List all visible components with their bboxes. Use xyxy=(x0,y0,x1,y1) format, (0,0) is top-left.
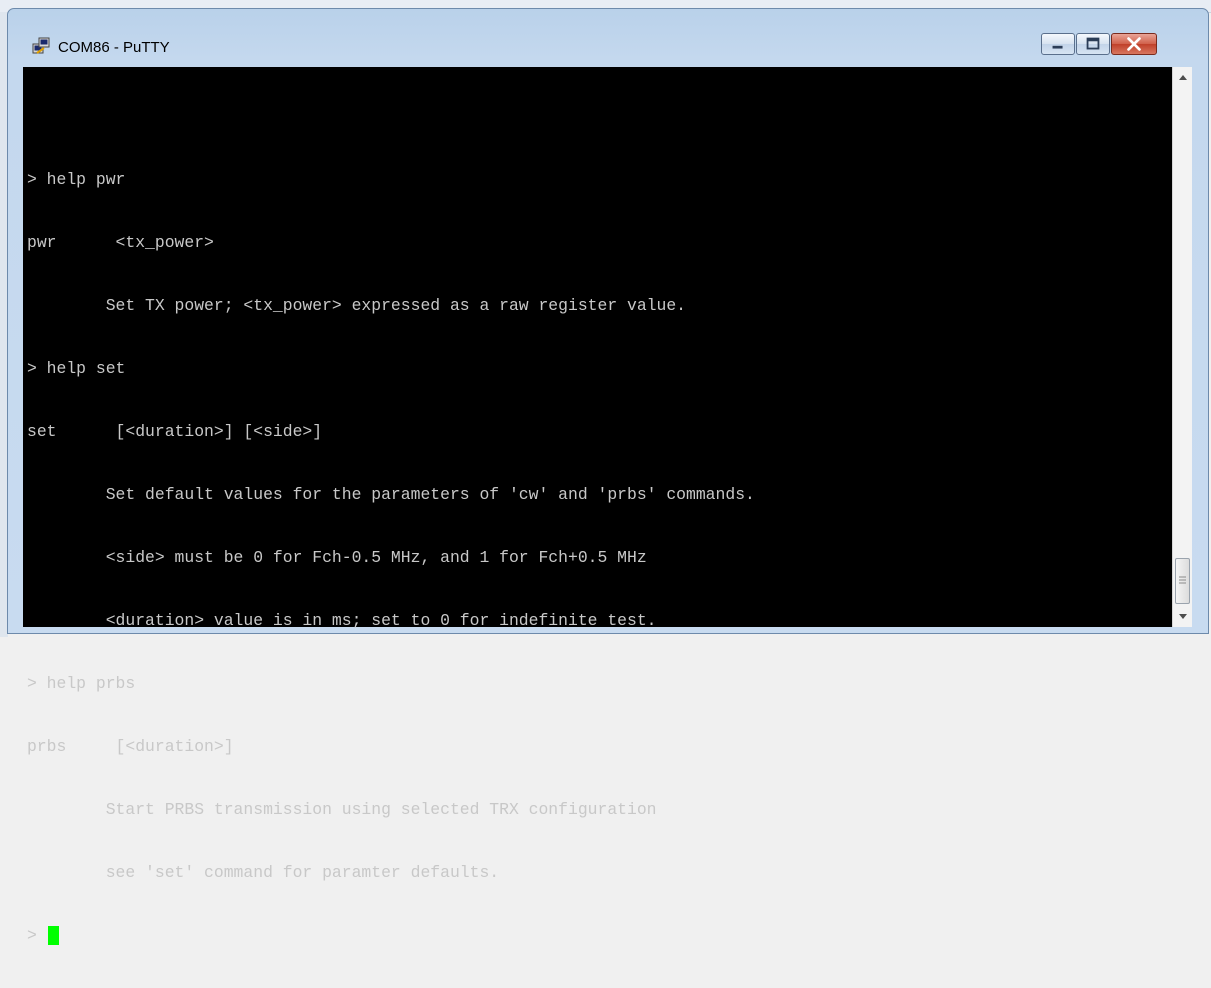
scroll-down-button[interactable] xyxy=(1173,607,1193,625)
terminal-line: > help prbs xyxy=(27,674,136,693)
terminal-line: <duration> value is in ms; set to 0 for … xyxy=(27,611,657,630)
terminal-line: see 'set' command for paramter defaults. xyxy=(27,863,500,882)
arrow-up-icon xyxy=(1179,75,1187,80)
window-title: COM86 - PuTTY xyxy=(58,39,170,56)
maximize-button[interactable] xyxy=(1076,33,1110,55)
terminal-line: > help pwr xyxy=(27,170,126,189)
maximize-icon xyxy=(1086,37,1100,50)
arrow-down-icon xyxy=(1179,614,1187,619)
minimize-icon xyxy=(1052,45,1063,49)
terminal-line: <side> must be 0 for Fch-0.5 MHz, and 1 … xyxy=(27,548,647,567)
putty-window: COM86 - PuTTY > help pwr pwr <tx_power> … xyxy=(7,8,1209,945)
terminal-line: Set TX power; <tx_power> expressed as a … xyxy=(27,296,687,315)
close-icon xyxy=(1127,37,1141,51)
terminal-output: > help pwr pwr <tx_power> Set TX power; … xyxy=(27,127,755,988)
scroll-up-button[interactable] xyxy=(1173,69,1193,87)
close-button[interactable] xyxy=(1111,33,1157,55)
scroll-thumb[interactable] xyxy=(1175,558,1190,604)
terminal-line: prbs [<duration>] xyxy=(27,737,234,756)
title-bar[interactable]: COM86 - PuTTY xyxy=(8,9,1208,67)
minimize-button[interactable] xyxy=(1041,33,1075,55)
terminal-line: set [<duration>] [<side>] xyxy=(27,422,323,441)
putty-icon xyxy=(32,37,50,55)
terminal-screen[interactable]: > help pwr pwr <tx_power> Set TX power; … xyxy=(23,67,1172,945)
text-cursor xyxy=(47,926,59,945)
terminal-line: > help set xyxy=(27,359,126,378)
terminal-line: pwr <tx_power> xyxy=(27,233,214,252)
vertical-scrollbar[interactable] xyxy=(1172,67,1192,627)
terminal-line: Start PRBS transmission using selected T… xyxy=(27,800,657,819)
prompt-symbol: > xyxy=(27,926,37,945)
terminal-line: Set default values for the parameters of… xyxy=(27,485,755,504)
command-prompt: > xyxy=(27,925,755,946)
